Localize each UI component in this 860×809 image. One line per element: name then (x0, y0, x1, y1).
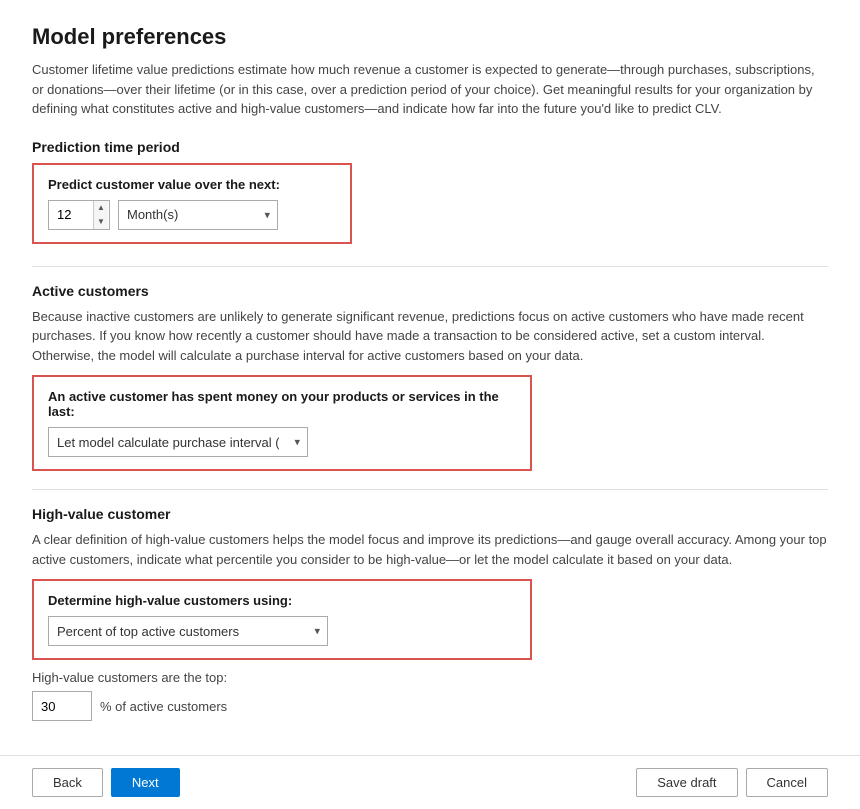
active-customers-title: Active customers (32, 283, 828, 299)
back-button[interactable]: Back (32, 768, 103, 797)
high-value-box-label: Determine high-value customers using: (48, 593, 516, 608)
percent-input[interactable] (32, 691, 92, 721)
footer: Back Next Save draft Cancel (0, 755, 860, 809)
prediction-section: Prediction time period Predict customer … (32, 139, 828, 248)
period-select[interactable]: Month(s) Year(s) Week(s) (118, 200, 278, 230)
number-input-wrap: ▲ ▼ (48, 200, 110, 230)
prediction-box: Predict customer value over the next: ▲ … (32, 163, 352, 244)
percent-suffix-label: % of active customers (100, 699, 227, 714)
highval-select[interactable]: Percent of top active customers Let mode… (48, 616, 328, 646)
highval-select-wrap: Percent of top active customers Let mode… (48, 616, 328, 646)
interval-select[interactable]: Let model calculate purchase interval (r… (48, 427, 308, 457)
save-draft-button[interactable]: Save draft (636, 768, 737, 797)
high-value-section: High-value customer A clear definition o… (32, 506, 828, 721)
active-customers-box-label: An active customer has spent money on yo… (48, 389, 516, 419)
prediction-number-input[interactable] (49, 203, 93, 226)
active-customers-description: Because inactive customers are unlikely … (32, 307, 828, 366)
active-customers-section: Active customers Because inactive custom… (32, 283, 828, 472)
period-select-wrap: Month(s) Year(s) Week(s) (118, 200, 278, 230)
page-description: Customer lifetime value predictions esti… (32, 60, 828, 119)
cancel-button[interactable]: Cancel (746, 768, 828, 797)
active-customers-box: An active customer has spent money on yo… (32, 375, 532, 471)
spin-up-btn[interactable]: ▲ (94, 201, 108, 215)
high-value-sub: High-value customers are the top: % of a… (32, 670, 828, 721)
high-value-description: A clear definition of high-value custome… (32, 530, 828, 569)
page-title: Model preferences (32, 24, 828, 50)
prediction-section-title: Prediction time period (32, 139, 828, 155)
high-value-box: Determine high-value customers using: Pe… (32, 579, 532, 660)
footer-left: Back Next (32, 768, 180, 797)
percent-row: % of active customers (32, 691, 828, 721)
next-button[interactable]: Next (111, 768, 180, 797)
prediction-box-label: Predict customer value over the next: (48, 177, 336, 192)
high-value-title: High-value customer (32, 506, 828, 522)
footer-right: Save draft Cancel (636, 768, 828, 797)
interval-select-wrap: Let model calculate purchase interval (r… (48, 427, 308, 457)
high-value-sub-label: High-value customers are the top: (32, 670, 828, 685)
spin-down-btn[interactable]: ▼ (94, 215, 108, 229)
